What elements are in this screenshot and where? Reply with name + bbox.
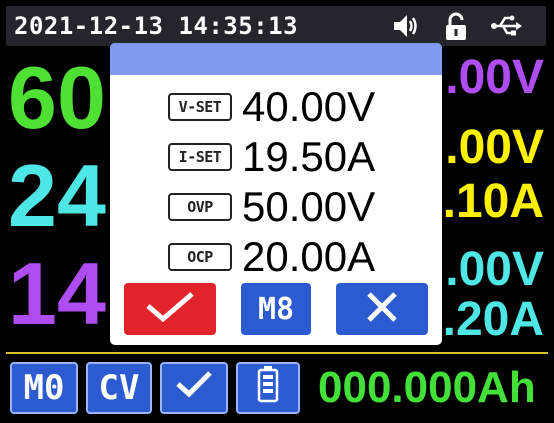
power-value: 14 <box>8 244 106 343</box>
right-voltage-mid: .00V <box>445 121 544 174</box>
speaker-icon[interactable] <box>392 12 418 40</box>
vset-tag: V-SET <box>168 93 232 121</box>
iset-tag: I-SET <box>168 143 232 171</box>
settings-dialog: V-SET 40.00V I-SET 19.50A OVP 50.00V OCP… <box>110 43 442 345</box>
voltage-set-value: 60 <box>8 48 106 147</box>
current-set-value: 24 <box>8 146 106 245</box>
energy-counter: 000.000Ah <box>318 363 536 412</box>
close-icon <box>364 289 400 329</box>
ovp-tag: OVP <box>168 193 232 221</box>
right-voltage-top: .00V <box>445 51 544 104</box>
vset-value[interactable]: 40.00V <box>242 85 375 129</box>
memory-m8-button[interactable]: M8 <box>241 283 311 335</box>
cancel-button[interactable] <box>336 283 428 335</box>
dialog-header <box>110 43 442 75</box>
datetime: 2021-12-13 14:35:13 <box>14 12 299 40</box>
battery-icon <box>257 365 279 412</box>
usb-icon <box>490 12 524 40</box>
battery-button[interactable] <box>236 362 300 414</box>
output-check-button[interactable] <box>160 362 228 414</box>
check-icon <box>144 290 196 328</box>
right-current-mid: .10A <box>442 175 544 228</box>
ocp-value[interactable]: 20.00A <box>242 235 375 279</box>
memory-button[interactable]: M0 <box>10 362 78 414</box>
ovp-value[interactable]: 50.00V <box>242 185 375 229</box>
confirm-button[interactable] <box>124 283 216 335</box>
status-bar: 2021-12-13 14:35:13 <box>6 6 546 46</box>
check-icon <box>174 368 214 408</box>
divider <box>6 352 548 354</box>
unlock-icon[interactable] <box>444 12 468 42</box>
right-current-low: .20A <box>442 293 544 346</box>
ocp-tag: OCP <box>168 243 232 271</box>
right-voltage-low: .00V <box>445 243 544 296</box>
iset-value[interactable]: 19.50A <box>242 135 375 179</box>
mode-button[interactable]: CV <box>86 362 152 414</box>
